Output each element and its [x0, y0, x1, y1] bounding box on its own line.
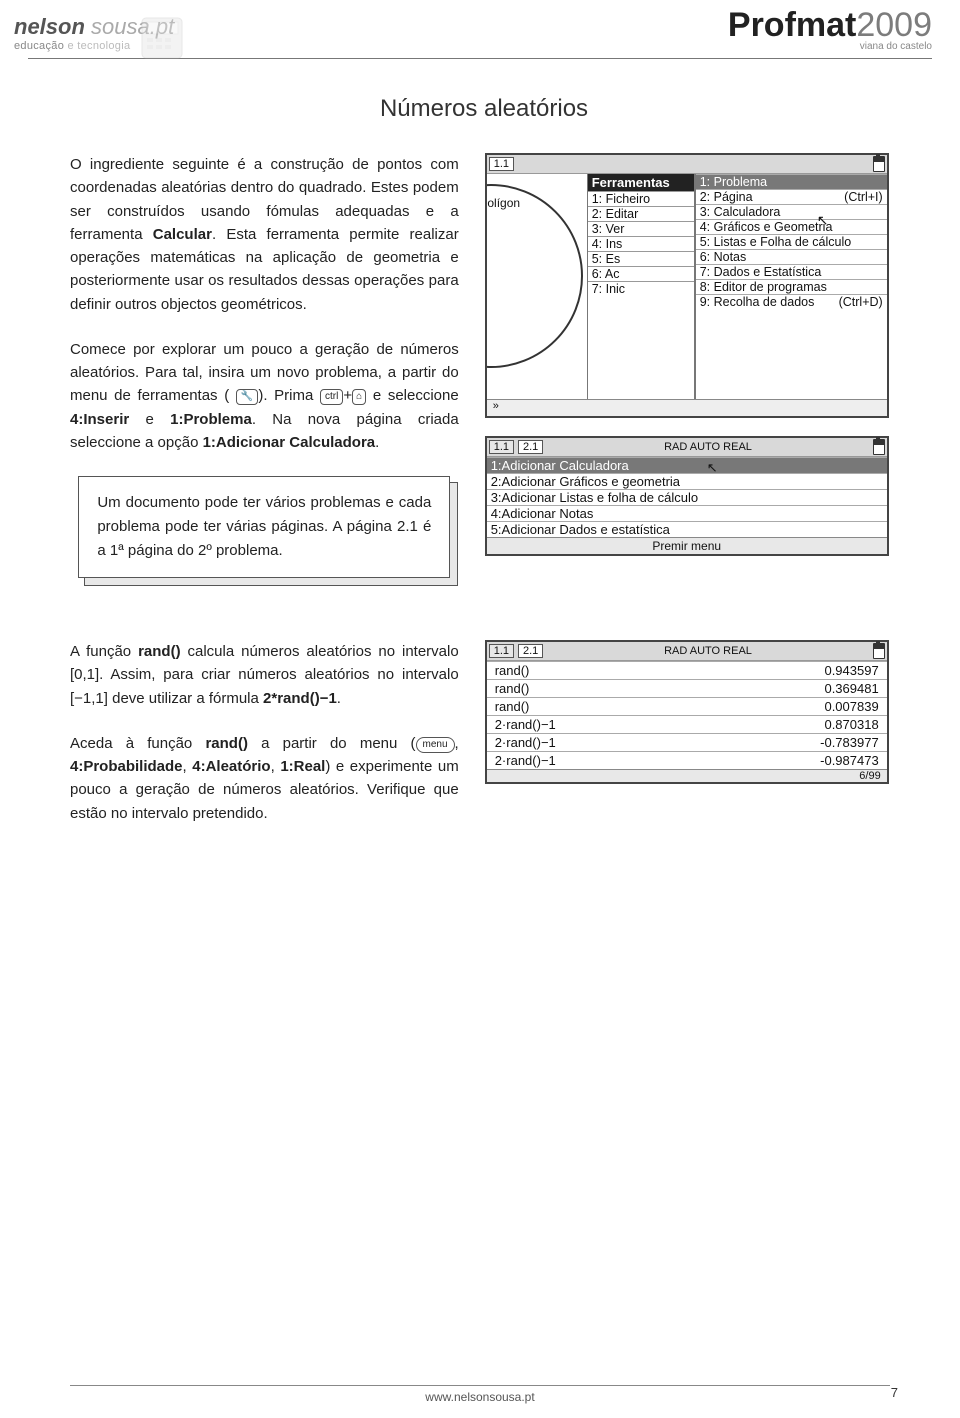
tagline-a: educação: [14, 40, 64, 52]
menu-item[interactable]: 4: Ins: [588, 236, 694, 251]
paragraph-2: Comece por explorar um pouco a geração d…: [70, 338, 459, 454]
profmat-text: Profmat: [728, 6, 856, 44]
menu-item[interactable]: 7: Inic: [588, 281, 694, 296]
mode-indicator: RAD AUTO REAL: [547, 645, 868, 657]
cursor-icon: ↖: [817, 212, 829, 229]
paragraph-3: A função rand() calcula números aleatóri…: [70, 640, 459, 710]
menu-key-icon: menu: [416, 737, 455, 753]
calc-history-row: rand()0.943597: [487, 661, 887, 679]
calculator-screen-1: 1.1 -polígon Ferramentas 1: Ficheiro2: E…: [485, 153, 889, 418]
calc-history-row: rand()0.007839: [487, 697, 887, 715]
submenu-item[interactable]: 6: Notas: [696, 249, 887, 264]
menu-item[interactable]: 1: Ficheiro: [588, 191, 694, 206]
paragraph-4: Aceda à função rand() a partir do menu (…: [70, 732, 459, 825]
battery-icon: [873, 156, 885, 172]
doc-tab[interactable]: 2.1: [518, 440, 543, 454]
info-box: Um documento pode ter vários problemas e…: [78, 476, 450, 578]
submenu-item[interactable]: 2: Página(Ctrl+I): [696, 189, 887, 204]
tools-key-icon: 🔧: [236, 389, 258, 405]
screen-footer: Premir menu: [487, 537, 887, 554]
screen-footer: 6/99: [487, 769, 887, 782]
profmat-year: 2009: [856, 6, 932, 44]
battery-icon: [873, 439, 885, 455]
calculator-icon: [140, 16, 200, 60]
submenu-item[interactable]: 8: Editor de programas: [696, 279, 887, 294]
cursor-icon: ↖: [707, 460, 718, 476]
battery-icon: [873, 643, 885, 659]
paragraph-1: O ingrediente seguinte é a construção de…: [70, 153, 459, 316]
menu-item[interactable]: 2:Adicionar Gráficos e geometria: [487, 473, 887, 489]
polygon-label: -polígon: [487, 196, 520, 210]
submenu-item[interactable]: 9: Recolha de dados(Ctrl+D): [696, 294, 887, 309]
text-column-2: A função rand() calcula números aleatóri…: [70, 640, 459, 847]
menu-item[interactable]: 1:Adicionar Calculadora: [487, 457, 887, 473]
brand-right: Profmat2009 viana do castelo: [728, 6, 932, 52]
submenu-item[interactable]: 1: Problema: [696, 174, 887, 189]
profmat-logo: Profmat2009: [728, 6, 932, 44]
tagline-b: e tecnologia: [64, 40, 130, 52]
calculator-screen-3: 1.1 2.1 RAD AUTO REAL rand()0.943597rand…: [485, 640, 889, 784]
tool-name: Calcular: [153, 226, 212, 243]
info-box-text: Um documento pode ter vários problemas e…: [78, 476, 450, 578]
tools-menu-header: Ferramentas: [588, 174, 694, 191]
home-key-icon: ⌂: [352, 389, 366, 405]
page-title: Números aleatórios: [70, 95, 898, 123]
submenu-item[interactable]: 3: Calculadora: [696, 204, 887, 219]
page-number: 7: [891, 1385, 898, 1400]
submenu-item[interactable]: 7: Dados e Estatística: [696, 264, 887, 279]
menu-item[interactable]: 4:Adicionar Notas: [487, 505, 887, 521]
calculator-screen-2: 1.1 2.1 RAD AUTO REAL 1:Adicionar Calcul…: [485, 436, 889, 556]
submenu-item[interactable]: 5: Listas e Folha de cálculo: [696, 234, 887, 249]
calc-history-row: 2·rand()−1-0.783977: [487, 733, 887, 751]
ctrl-key-icon: ctrl: [320, 389, 343, 405]
menu-item[interactable]: 5: Es: [588, 251, 694, 266]
brand-tagline: educação e tecnologia: [14, 40, 130, 52]
calc-history-row: 2·rand()−10.870318: [487, 715, 887, 733]
doc-tab[interactable]: 1.1: [489, 440, 514, 454]
doc-tab[interactable]: 1.1: [489, 157, 514, 171]
menu-item[interactable]: 6: Ac: [588, 266, 694, 281]
submenu-item[interactable]: 4: Gráficos e Geometria: [696, 219, 887, 234]
doc-tab[interactable]: 1.1: [489, 644, 514, 658]
page-footer: www.nelsonsousa.pt 7: [0, 1385, 960, 1404]
page-header: nelson sousa.pt educação e tecnologia Pr…: [0, 0, 960, 54]
calc-history-row: 2·rand()−1-0.987473: [487, 751, 887, 769]
footer-url: www.nelsonsousa.pt: [425, 1390, 534, 1404]
footer-divider: [70, 1385, 890, 1386]
doc-tab[interactable]: 2.1: [518, 644, 543, 658]
chevron-bar: »: [487, 399, 887, 416]
menu-item[interactable]: 2: Editar: [588, 206, 694, 221]
mode-indicator: RAD AUTO REAL: [547, 441, 868, 453]
menu-item[interactable]: 5:Adicionar Dados e estatística: [487, 521, 887, 537]
menu-item[interactable]: 3:Adicionar Listas e folha de cálculo: [487, 489, 887, 505]
figure-column: 1.1 -polígon Ferramentas 1: Ficheiro2: E…: [485, 153, 898, 556]
text-column: O ingrediente seguinte é a construção de…: [70, 153, 459, 578]
calc-history-row: rand()0.369481: [487, 679, 887, 697]
circle-arc-icon: [487, 184, 583, 368]
brand-main: nelson: [14, 14, 85, 39]
menu-item[interactable]: 3: Ver: [588, 221, 694, 236]
